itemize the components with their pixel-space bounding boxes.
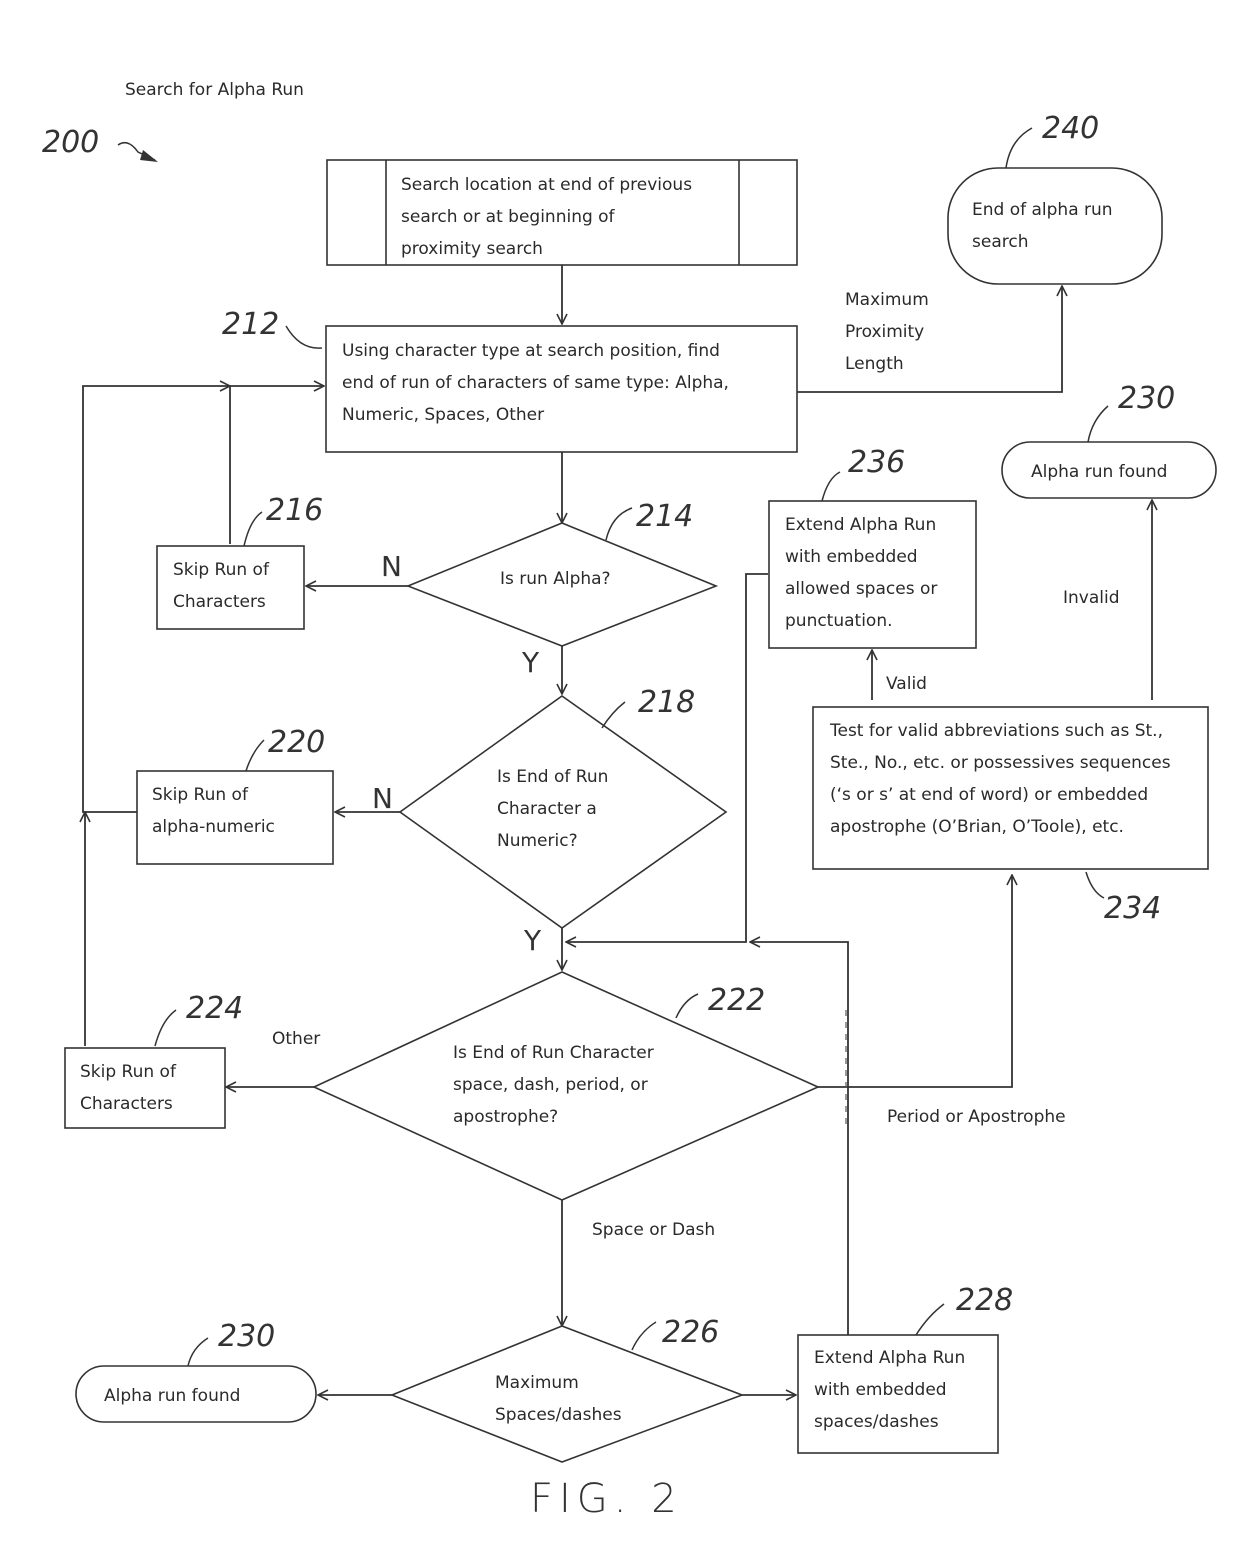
- node-240-ref: 240: [1042, 111, 1099, 146]
- edge-label-max-proximity-2: Proximity: [845, 322, 924, 342]
- node-220-ref: 220: [268, 725, 325, 760]
- edge-label-valid: Valid: [886, 674, 927, 694]
- node-start-line-3: proximity search: [401, 239, 543, 259]
- node-222-ref: 222: [708, 983, 765, 1018]
- node-226-max-spaces-dashes: Maximum Spaces/dashes 226: [389, 1315, 745, 1463]
- node-216-line-1: Skip Run of: [173, 560, 270, 580]
- node-236-extend-alpha-run: Extend Alpha Run with embedded allowed s…: [768, 445, 977, 649]
- node-234-line-2: Ste., No., etc. or possessives sequences: [830, 753, 1171, 773]
- node-start: Search location at end of previous searc…: [326, 159, 798, 266]
- edge-label-period-apostrophe: Period or Apostrophe: [887, 1107, 1066, 1127]
- node-218-line-3: Numeric?: [497, 831, 578, 851]
- node-218-ref: 218: [638, 685, 695, 720]
- node-222-line-3: apostrophe?: [453, 1107, 558, 1127]
- node-228-ref: 228: [956, 1283, 1013, 1318]
- node-220-line-2: alpha-numeric: [152, 817, 275, 837]
- edge-label-space-dash: Space or Dash: [592, 1220, 715, 1240]
- node-228-line-2: with embedded: [814, 1380, 947, 1400]
- node-226-ref: 226: [662, 1315, 719, 1350]
- node-212-ref: 212: [222, 307, 279, 342]
- figure-ref-arrow-icon: [117, 141, 158, 162]
- node-218-line-2: Character a: [497, 799, 597, 819]
- node-234-line-4: apostrophe (O’Brian, O’Toole), etc.: [830, 817, 1124, 837]
- node-216-line-2: Characters: [173, 592, 266, 612]
- node-224-line-1: Skip Run of: [80, 1062, 177, 1082]
- node-230b-line-1: Alpha run found: [104, 1386, 240, 1406]
- node-214-ref: 214: [636, 499, 693, 534]
- edge-label-other: Other: [272, 1029, 320, 1049]
- node-220-skip-alphanumeric: Skip Run of alpha-numeric 220: [136, 725, 334, 865]
- node-234-line-1: Test for valid abbreviations such as St.…: [829, 721, 1163, 741]
- node-236-line-1: Extend Alpha Run: [785, 515, 936, 535]
- node-226-line-1: Maximum: [495, 1373, 579, 1393]
- edge-label-214-no: N: [381, 550, 402, 583]
- node-222-line-2: space, dash, period, or: [453, 1075, 648, 1095]
- node-222-char-type-decision: Is End of Run Character space, dash, per…: [312, 971, 820, 1201]
- node-224-ref: 224: [186, 991, 243, 1026]
- node-212-line-1: Using character type at search position,…: [342, 341, 720, 361]
- node-214-line-1: Is run Alpha?: [500, 569, 611, 589]
- node-212-find-run-end: Using character type at search position,…: [222, 307, 798, 453]
- edge-label-invalid: Invalid: [1063, 588, 1120, 608]
- edge-label-214-yes: Y: [521, 646, 540, 679]
- node-236-line-2: with embedded: [785, 547, 918, 567]
- node-234-test-abbreviations: Test for valid abbreviations such as St.…: [812, 706, 1209, 926]
- diagram-title: Search for Alpha Run: [125, 80, 304, 100]
- node-216-ref: 216: [266, 493, 323, 528]
- node-228-line-3: spaces/dashes: [814, 1412, 939, 1432]
- node-230b-ref: 230: [218, 1319, 275, 1354]
- node-218-is-numeric: Is End of Run Character a Numeric? 218: [398, 685, 728, 929]
- node-212-line-2: end of run of characters of same type: A…: [342, 373, 729, 393]
- node-start-line-1: Search location at end of previous: [401, 175, 692, 195]
- node-240-line-2: search: [972, 232, 1028, 252]
- node-230-alpha-run-found-top: Alpha run found 230: [1001, 381, 1217, 499]
- node-236-ref: 236: [848, 445, 905, 480]
- node-234-ref: 234: [1104, 891, 1161, 926]
- node-220-line-1: Skip Run of: [152, 785, 249, 805]
- node-230a-line-1: Alpha run found: [1031, 462, 1167, 482]
- node-228-extend-spaces-dashes: Extend Alpha Run with embedded spaces/da…: [797, 1283, 1013, 1454]
- node-212-line-3: Numeric, Spaces, Other: [342, 405, 544, 425]
- node-234-line-3: (‘s or s’ at end of word) or embedded: [830, 785, 1148, 805]
- node-226-line-2: Spaces/dashes: [495, 1405, 622, 1425]
- edge-label-218-yes: Y: [523, 924, 542, 957]
- flowchart-canvas: Search for Alpha Run 200 Search location…: [42, 80, 1217, 1522]
- node-228-line-1: Extend Alpha Run: [814, 1348, 965, 1368]
- node-224-skip-run: Skip Run of Characters 224: [64, 991, 243, 1129]
- node-240-end-search: End of alpha run search 240: [947, 111, 1163, 285]
- figure-caption: FIG. 2: [530, 1476, 683, 1522]
- edge-label-max-proximity-3: Length: [845, 354, 904, 374]
- node-236-line-3: allowed spaces or: [785, 579, 937, 599]
- node-240-line-1: End of alpha run: [972, 200, 1113, 220]
- node-236-line-4: punctuation.: [785, 611, 893, 631]
- node-230a-ref: 230: [1118, 381, 1175, 416]
- figure-ref-number: 200: [42, 125, 99, 160]
- node-222-line-1: Is End of Run Character: [453, 1043, 654, 1063]
- edge-label-max-proximity-1: Maximum: [845, 290, 929, 310]
- edge-212-to-240: [797, 286, 1062, 393]
- edge-label-218-no: N: [372, 782, 393, 815]
- node-224-line-2: Characters: [80, 1094, 173, 1114]
- node-218-line-1: Is End of Run: [497, 767, 608, 787]
- node-start-line-2: search or at beginning of: [401, 207, 616, 227]
- node-230-alpha-run-found-bottom: Alpha run found 230: [75, 1319, 317, 1423]
- node-216-skip-run: Skip Run of Characters 216: [156, 493, 323, 630]
